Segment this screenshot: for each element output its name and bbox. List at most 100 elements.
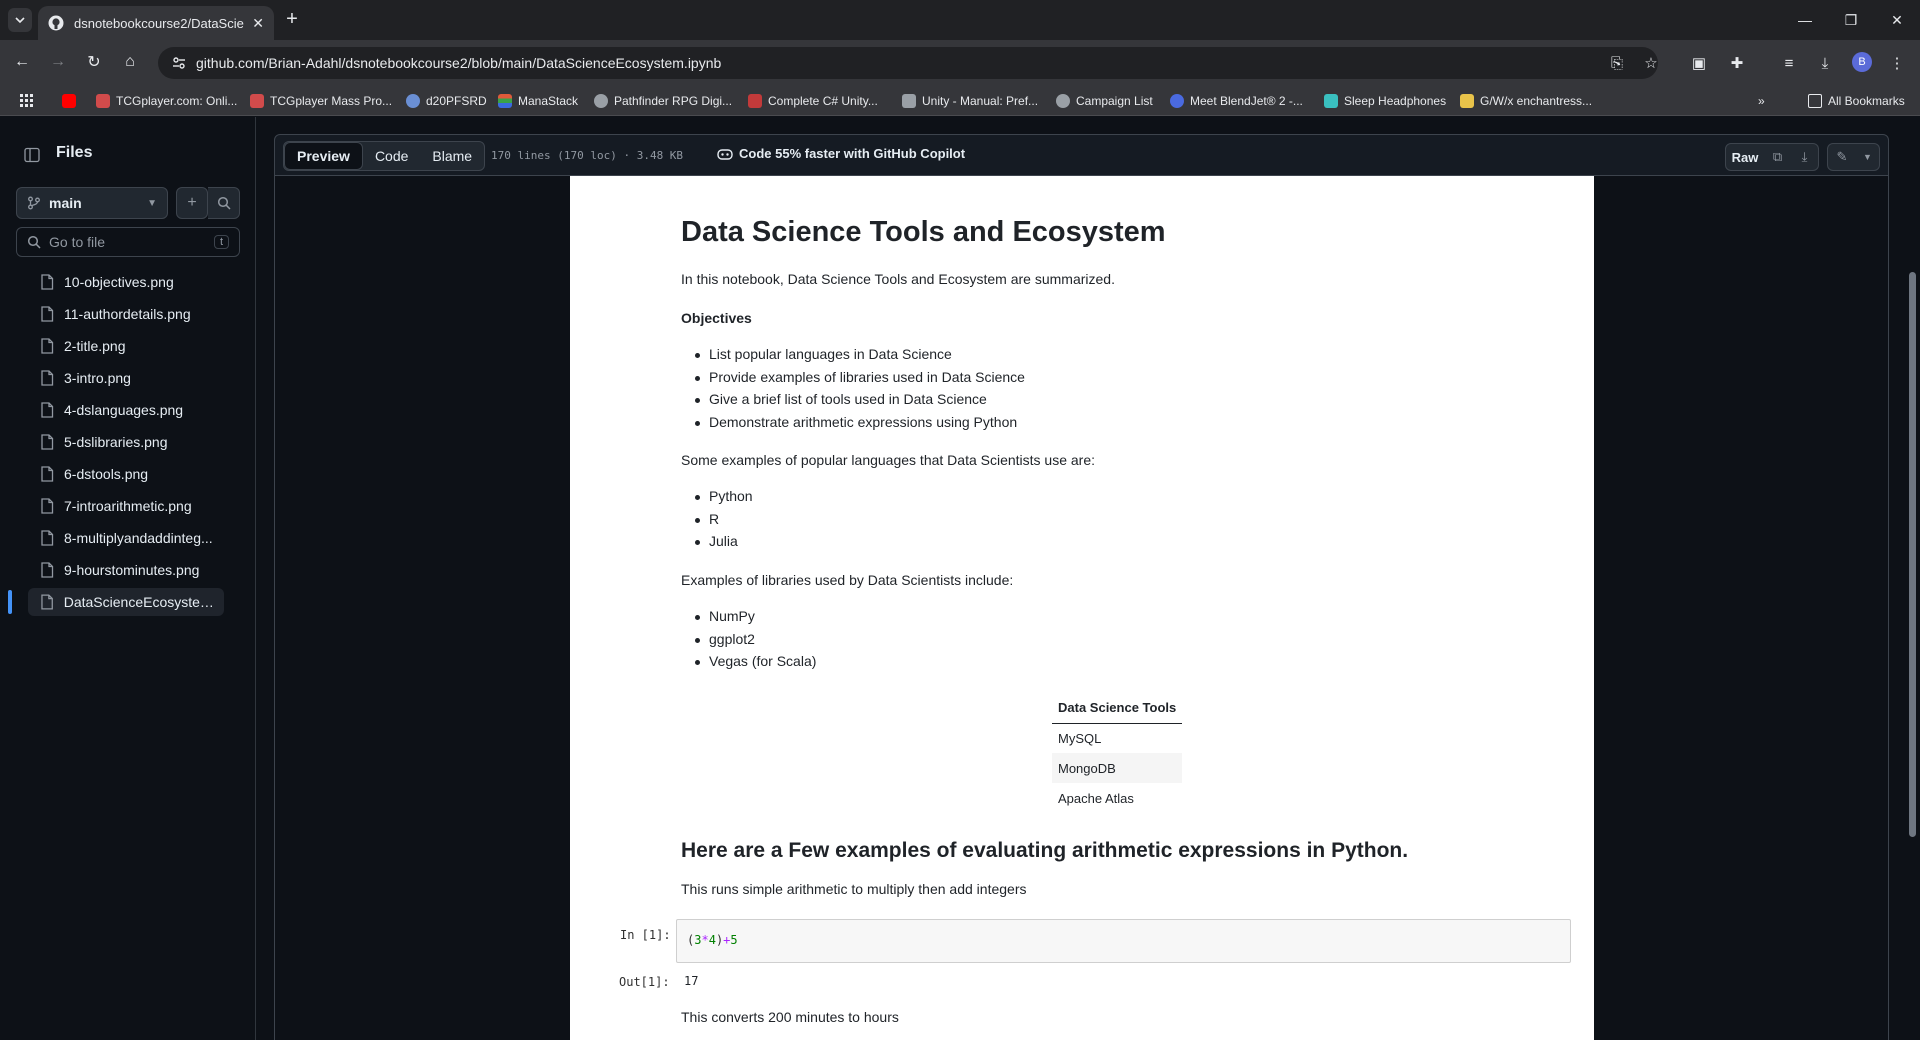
browser-menu-icon[interactable]: ⋮ [1884,50,1910,76]
tab-blame[interactable]: Blame [420,142,484,170]
bookmark-item[interactable]: Sleep Headphones [1324,91,1446,111]
edit-options-caret-icon[interactable]: ▼ [1856,143,1880,171]
collapse-panel-icon[interactable] [18,141,46,169]
bookmark-item[interactable]: ManaStack [498,91,578,111]
bookmark-item[interactable]: Campaign List [1056,91,1153,111]
scrollbar-thumb[interactable] [1909,272,1916,837]
media-control-icon[interactable]: ≡ [1776,50,1802,76]
active-file-indicator [8,590,12,614]
bookmark-item[interactable]: TCGplayer Mass Pro... [250,91,392,111]
copilot-promo-link[interactable]: Code 55% faster with GitHub Copilot [717,146,965,161]
file-icon [41,498,54,514]
languages-intro: Some examples of popular languages that … [681,452,1096,468]
bookmark-item[interactable]: G/W/x enchantress... [1460,91,1592,111]
file-tree-item[interactable]: 4-dslanguages.png [28,396,224,424]
list-item: Give a brief list of tools used in Data … [695,391,1025,414]
file-tree-item[interactable]: DataScienceEcosystem.... [28,588,224,616]
bookmark-item[interactable]: Meet BlendJet® 2 -... [1170,91,1303,111]
tab-preview[interactable]: Preview [284,142,363,170]
tab-search-button[interactable] [8,8,32,32]
bookmarks-overflow-icon[interactable]: » [1758,91,1765,111]
tcgplayer-icon [96,94,110,108]
file-tree-item[interactable]: 5-dslibraries.png [28,428,224,456]
tab-title: dsnotebookcourse2/DataScienceEcosystem.i… [74,15,244,31]
bookmark-label: Pathfinder RPG Digi... [614,94,733,108]
extension-a-icon[interactable]: ▣ [1686,50,1712,76]
plus-icon: + [187,194,197,211]
file-name: 9-hourstominutes.png [64,562,200,578]
file-name: 7-introarithmetic.png [64,498,192,514]
bookmark-item[interactable]: Complete C# Unity... [748,91,878,111]
branch-selector[interactable]: main ▼ [16,187,168,219]
arithmetic-description: This runs simple arithmetic to multiply … [681,881,1027,897]
restore-button[interactable]: ❐ [1828,0,1874,40]
bookmark-item[interactable]: Pathfinder RPG Digi... [594,91,732,111]
code-token: 5 [730,933,738,947]
table-cell: Apache Atlas [1058,790,1134,806]
page-scrollbar[interactable] [1905,117,1920,1040]
blendjet-icon [1170,94,1184,108]
tab-code[interactable]: Code [363,142,420,170]
file-tree-item[interactable]: 7-introarithmetic.png [28,492,224,520]
install-app-icon[interactable]: ⎘ [1604,50,1630,76]
all-bookmarks-folder[interactable]: All Bookmarks [1808,91,1905,111]
bookmark-item[interactable]: Unity - Manual: Pref... [902,91,1038,111]
raw-button[interactable]: Raw [1725,143,1765,171]
file-name: 2-title.png [64,338,126,354]
edit-file-icon[interactable]: ✎ [1827,143,1857,171]
file-icon [41,434,54,450]
back-icon[interactable]: ← [10,50,34,74]
reload-icon[interactable]: ↻ [82,50,106,74]
browser-tab-active[interactable]: dsnotebookcourse2/DataScienceEcosystem.i… [38,6,274,40]
file-tree-item[interactable]: 2-title.png [28,332,224,360]
tab-close-icon[interactable]: ✕ [252,15,264,32]
file-icon [41,530,54,546]
minimize-button[interactable]: — [1782,0,1828,40]
bookmark-label: Campaign List [1076,94,1153,108]
downloads-icon[interactable]: ⤓ [1812,50,1838,76]
bookmark-label: Meet BlendJet® 2 -... [1190,94,1303,108]
bookmarks-bar: TCGplayer.com: Onli... TCGplayer Mass Pr… [0,84,1920,116]
caret-down-icon: ▼ [147,197,157,209]
file-tree-item[interactable]: 6-dstools.png [28,460,224,488]
d20-icon [406,94,420,108]
close-window-button[interactable]: ✕ [1874,0,1920,40]
download-raw-icon[interactable]: ⤓ [1791,143,1819,171]
file-tree-item[interactable]: 10-objectives.png [28,268,224,296]
address-bar[interactable]: github.com/Brian-Adahl/dsnotebookcourse2… [158,47,1658,79]
chevron-down-icon [15,17,25,24]
home-icon[interactable]: ⌂ [118,50,142,74]
notebook-title: Data Science Tools and Ecosystem [681,216,1166,248]
table-header: Data Science Tools [1052,693,1183,724]
file-tree-item[interactable]: 11-authordetails.png [28,300,224,328]
youtube-bookmark-icon[interactable] [62,91,82,111]
branch-name: main [49,195,82,211]
bookmark-item[interactable]: TCGplayer.com: Onli... [96,91,237,111]
code-cell: (3*4)+5 [676,919,1571,963]
add-file-button[interactable]: + [176,187,208,219]
github-icon [48,15,64,31]
profile-avatar[interactable]: B [1852,52,1872,72]
file-icon [41,306,54,322]
file-tree-item[interactable]: 8-multiplyandaddinteg... [28,524,224,552]
bookmark-star-icon[interactable]: ☆ [1638,50,1664,76]
file-tree-item[interactable]: 3-intro.png [28,364,224,392]
bookmark-label: Sleep Headphones [1344,94,1447,108]
copy-raw-icon[interactable]: ⧉ [1764,143,1792,171]
file-tree-item[interactable]: 9-hourstominutes.png [28,556,224,584]
folder-icon [1808,94,1822,108]
go-to-file-input[interactable]: Go to file t [16,227,240,257]
file-icon [41,274,54,290]
bookmark-item[interactable]: d20PFSRD [406,91,487,111]
file-header: Preview Code Blame 170 lines (170 loc) ·… [274,134,1889,176]
udemy-icon [748,94,762,108]
search-files-button[interactable] [208,187,240,219]
extensions-puzzle-icon[interactable]: ✚ [1724,50,1750,76]
new-tab-button[interactable]: + [282,9,302,30]
forward-icon[interactable]: → [46,50,70,74]
mtg-icon [1460,94,1474,108]
site-info-icon[interactable] [172,56,186,70]
search-icon [27,235,41,249]
git-branch-icon [28,196,40,210]
apps-grid-icon[interactable] [20,91,34,111]
